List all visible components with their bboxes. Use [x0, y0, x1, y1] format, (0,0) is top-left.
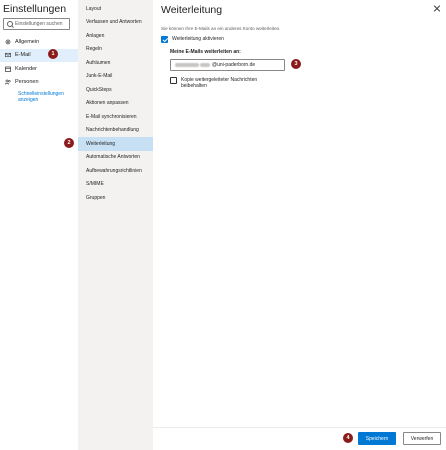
subnav-item-smime[interactable]: S/MIME [78, 178, 153, 192]
people-icon [5, 79, 11, 85]
enable-forwarding-checkbox[interactable] [161, 36, 168, 43]
subnav-item-gruppen[interactable]: Gruppen [78, 191, 153, 205]
step-badge-2: 2 [64, 138, 74, 148]
panel-description: Sie können Ihre E-Mails an ein anderes K… [161, 26, 281, 31]
settings-title: Einstellungen [3, 3, 67, 15]
panel-title: Weiterleitung [161, 4, 223, 16]
subnav-item-automatische-antworten[interactable]: Automatische Antworten [78, 151, 153, 165]
search-icon [7, 20, 13, 28]
nav-item-label: Allgemein [15, 38, 40, 45]
nav-item-label: Personen [15, 79, 39, 86]
subnav-item-verfassen[interactable]: Verfassen und Antworten [78, 16, 153, 30]
keep-copy-option[interactable]: Kopie weitergeleiteter Nachrichten beibe… [170, 77, 260, 89]
calendar-icon [5, 66, 11, 72]
subnav-item-aufbewahrung[interactable]: Aufbewahrungsrichtlinien [78, 164, 153, 178]
nav-item-email[interactable]: E-Mail [0, 48, 78, 62]
discard-button[interactable]: Verwerfen [403, 432, 441, 445]
subnav-item-aktionen[interactable]: Aktionen anpassen [78, 97, 153, 111]
settings-categories: Allgemein E-Mail Kalender Personen Schne… [0, 35, 78, 103]
redacted-text [175, 63, 199, 67]
quick-settings-link[interactable]: Schnelleinstellungen anzeigen [18, 91, 74, 103]
step-badge-1: 1 [48, 49, 58, 59]
settings-nav-pane: Einstellungen Allgemein E-Mail Kalender [0, 0, 78, 450]
keep-copy-label: Kopie weitergeleiteter Nachrichten beibe… [181, 77, 258, 89]
mail-icon [5, 52, 11, 58]
subnav-item-weiterleitung[interactable]: Weiterleitung [78, 137, 153, 151]
subnav-item-quicksteps[interactable]: QuickSteps [78, 83, 153, 97]
gear-icon [5, 39, 11, 45]
nav-item-personen[interactable]: Personen [0, 76, 78, 90]
footer-divider [153, 427, 446, 428]
nav-item-kalender[interactable]: Kalender [0, 62, 78, 76]
enable-forwarding-option[interactable]: Weiterleitung aktivieren [161, 36, 224, 43]
subnav-item-layout[interactable]: Layout [78, 2, 153, 16]
forward-address-label: Meine E-Mails weiterleiten an: [170, 49, 241, 55]
subnav-item-regeln[interactable]: Regeln [78, 43, 153, 57]
subnav-item-aufraeumen[interactable]: Aufräumen [78, 56, 153, 70]
keep-copy-checkbox[interactable] [170, 77, 177, 84]
settings-search-box[interactable] [3, 18, 70, 30]
subnav-item-anlagen[interactable]: Anlagen [78, 29, 153, 43]
mail-subnav: Layout Verfassen und Antworten Anlagen R… [78, 2, 153, 205]
nav-item-label: Kalender [15, 65, 38, 72]
save-button[interactable]: Speichern [358, 432, 396, 445]
subnav-item-nachrichtenbehandlung[interactable]: Nachrichtenbehandlung [78, 124, 153, 138]
nav-item-allgemein[interactable]: Allgemein [0, 35, 78, 49]
step-badge-4: 4 [343, 433, 353, 443]
close-icon[interactable] [433, 4, 441, 12]
mail-subnav-pane: Layout Verfassen und Antworten Anlagen R… [78, 0, 153, 450]
step-badge-3: 3 [291, 59, 301, 69]
settings-search-input[interactable] [15, 21, 69, 27]
subnav-item-junk[interactable]: Junk-E-Mail [78, 70, 153, 84]
subnav-item-synchronisieren[interactable]: E-Mail synchronisieren [78, 110, 153, 124]
forward-address-value: @uni-paderborn.de [212, 62, 256, 68]
redacted-text [200, 63, 210, 67]
forward-address-input[interactable]: @uni-paderborn.de [170, 59, 285, 71]
enable-forwarding-label: Weiterleitung aktivieren [172, 36, 224, 42]
nav-item-label: E-Mail [15, 52, 31, 59]
